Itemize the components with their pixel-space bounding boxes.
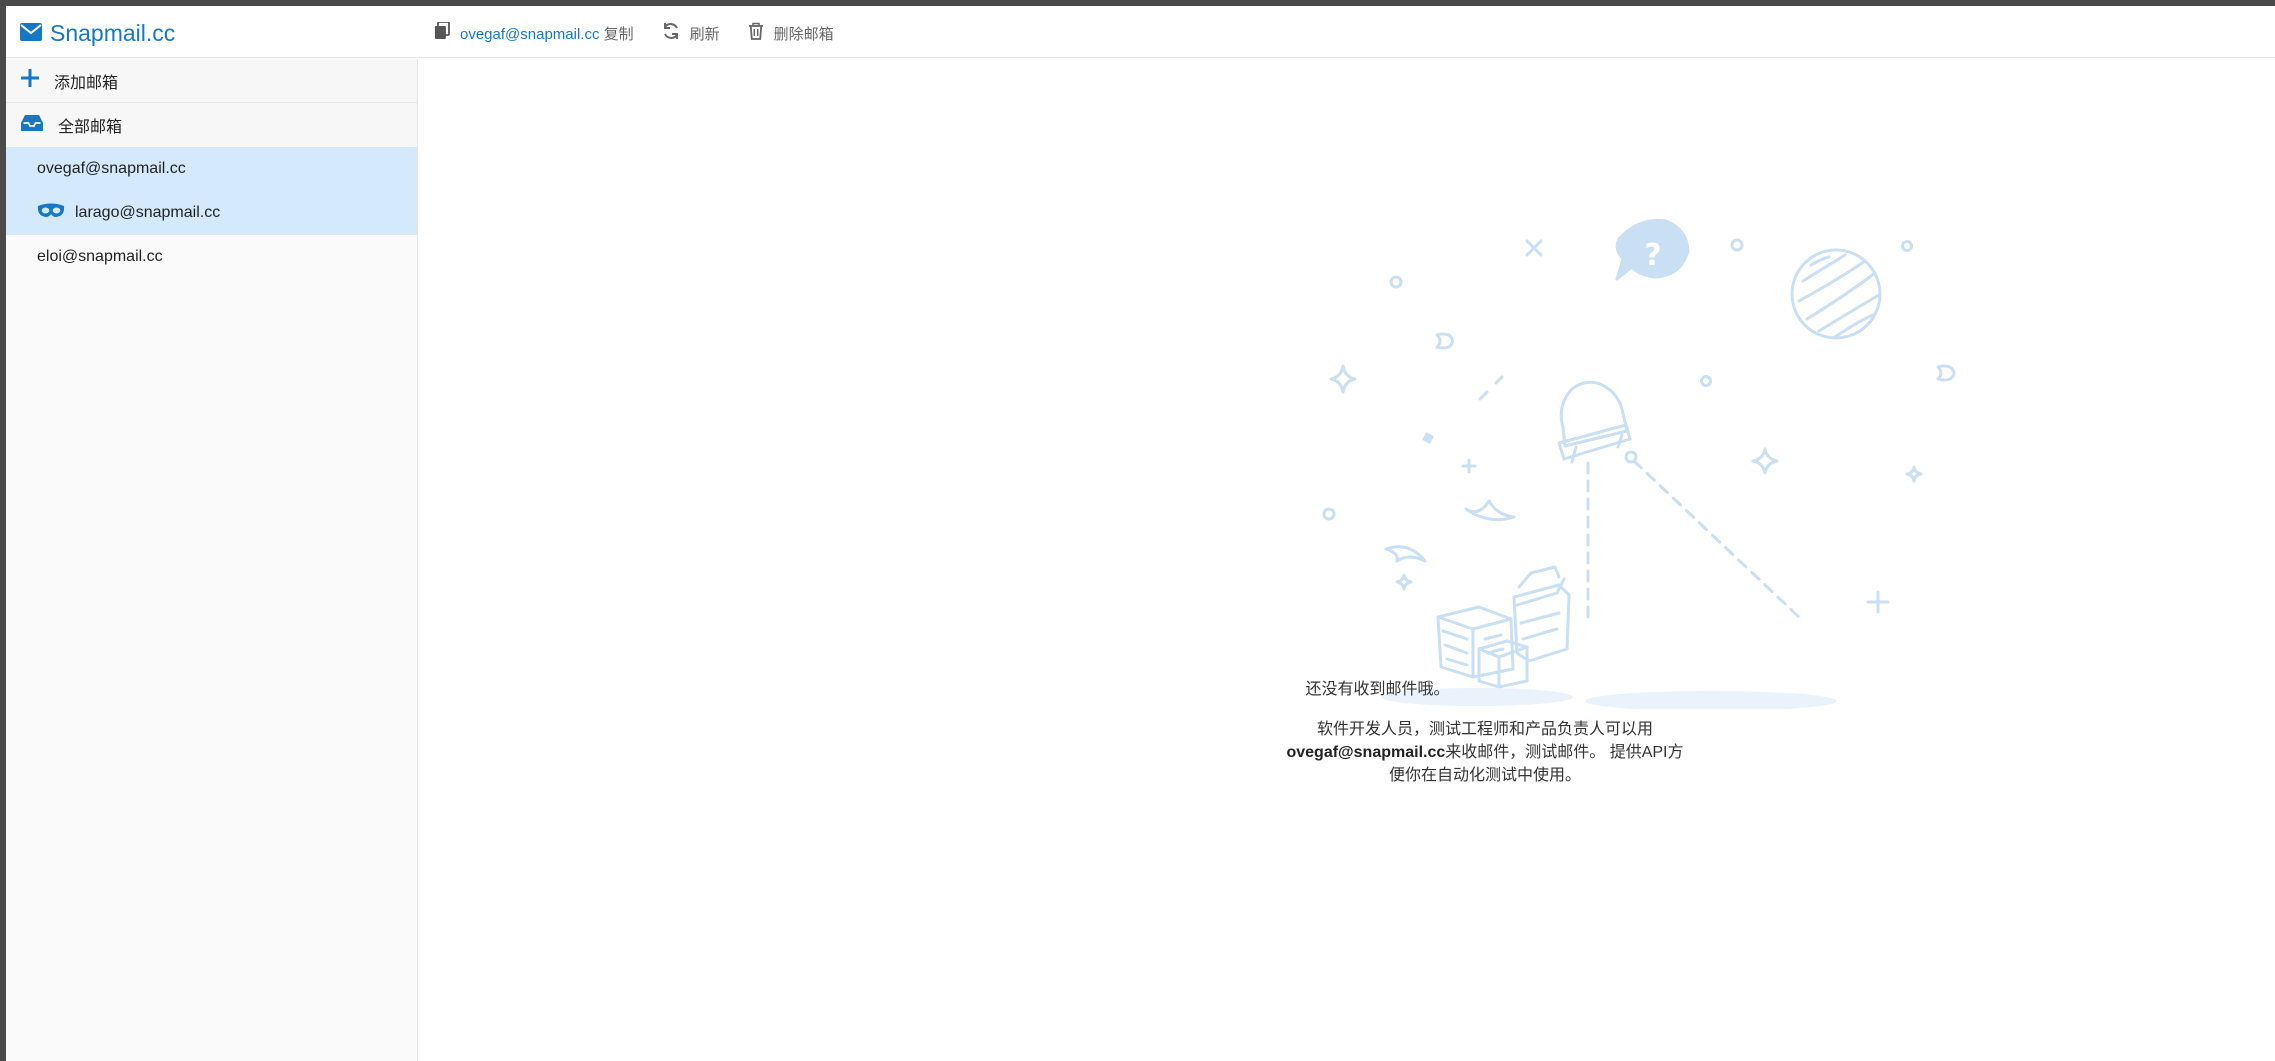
inbox-icon	[20, 114, 44, 137]
empty-inbox-illustration: ?	[1322, 218, 1956, 709]
refresh-label: 刷新	[689, 25, 720, 43]
delete-label: 删除邮箱	[773, 25, 834, 43]
top-bar: Snapmail.cc ovegaf@snapmail.cc 复制 刷新 删除邮…	[6, 6, 2275, 58]
empty-state-description: 软件开发人员，测试工程师和产品负责人可以用 ovegaf@snapmail.cc…	[1285, 718, 1685, 787]
mailbox-address: larago@snapmail.cc	[75, 204, 221, 221]
add-mailbox-label: 添加邮箱	[54, 74, 119, 92]
mailbox-item[interactable]: larago@snapmail.cc	[6, 191, 417, 235]
empty-desc-line3: 便你在自动化测试中使用。	[1388, 767, 1581, 784]
app-window: Snapmail.cc ovegaf@snapmail.cc 复制 刷新 删除邮…	[6, 6, 2275, 1061]
all-mailboxes-item[interactable]: 全部邮箱	[6, 103, 417, 147]
empty-state-title: 还没有收到邮件哦。	[1305, 681, 1450, 698]
copy-label: 复制	[603, 25, 634, 43]
toolbar: ovegaf@snapmail.cc 复制 刷新 删除邮箱	[434, 19, 834, 47]
trash-icon	[748, 22, 764, 44]
mailbox-item[interactable]: eloi@snapmail.cc	[6, 235, 417, 279]
mailbox-item[interactable]: ovegaf@snapmail.cc	[6, 147, 417, 191]
current-address: ovegaf@snapmail.cc	[460, 25, 600, 43]
envelope-icon	[20, 20, 42, 47]
refresh-icon	[662, 22, 680, 44]
empty-desc-line1: 软件开发人员，测试工程师和产品负责人可以用	[1316, 721, 1653, 738]
mailbox-address: eloi@snapmail.cc	[37, 248, 163, 265]
mailbox-address: ovegaf@snapmail.cc	[37, 160, 186, 177]
copy-address-button[interactable]: ovegaf@snapmail.cc 复制	[434, 21, 634, 44]
sidebar: 添加邮箱 全部邮箱 ovegaf@snapmail.cc larago@snap…	[6, 59, 418, 1061]
mail-content-area: ? 还没有收到邮件哦。 软件开发人员，测试工程师和产品负责人可以用 ovegaf…	[419, 59, 2275, 1061]
brand-logo[interactable]: Snapmail.cc	[20, 18, 175, 48]
empty-desc-address[interactable]: ovegaf@snapmail.cc	[1286, 744, 1445, 761]
delete-mailbox-button[interactable]: 删除邮箱	[748, 22, 834, 44]
svg-text:?: ?	[1644, 238, 1661, 273]
plus-icon	[20, 68, 40, 93]
mask-icon	[37, 203, 65, 224]
empty-desc-line2: 来收邮件，测试邮件。 提供API方	[1445, 744, 1684, 761]
brand-name: Snapmail.cc	[50, 19, 176, 46]
refresh-button[interactable]: 刷新	[662, 22, 720, 44]
all-mailboxes-label: 全部邮箱	[58, 119, 123, 136]
copy-icon	[434, 21, 450, 44]
add-mailbox-button[interactable]: 添加邮箱	[6, 59, 417, 103]
